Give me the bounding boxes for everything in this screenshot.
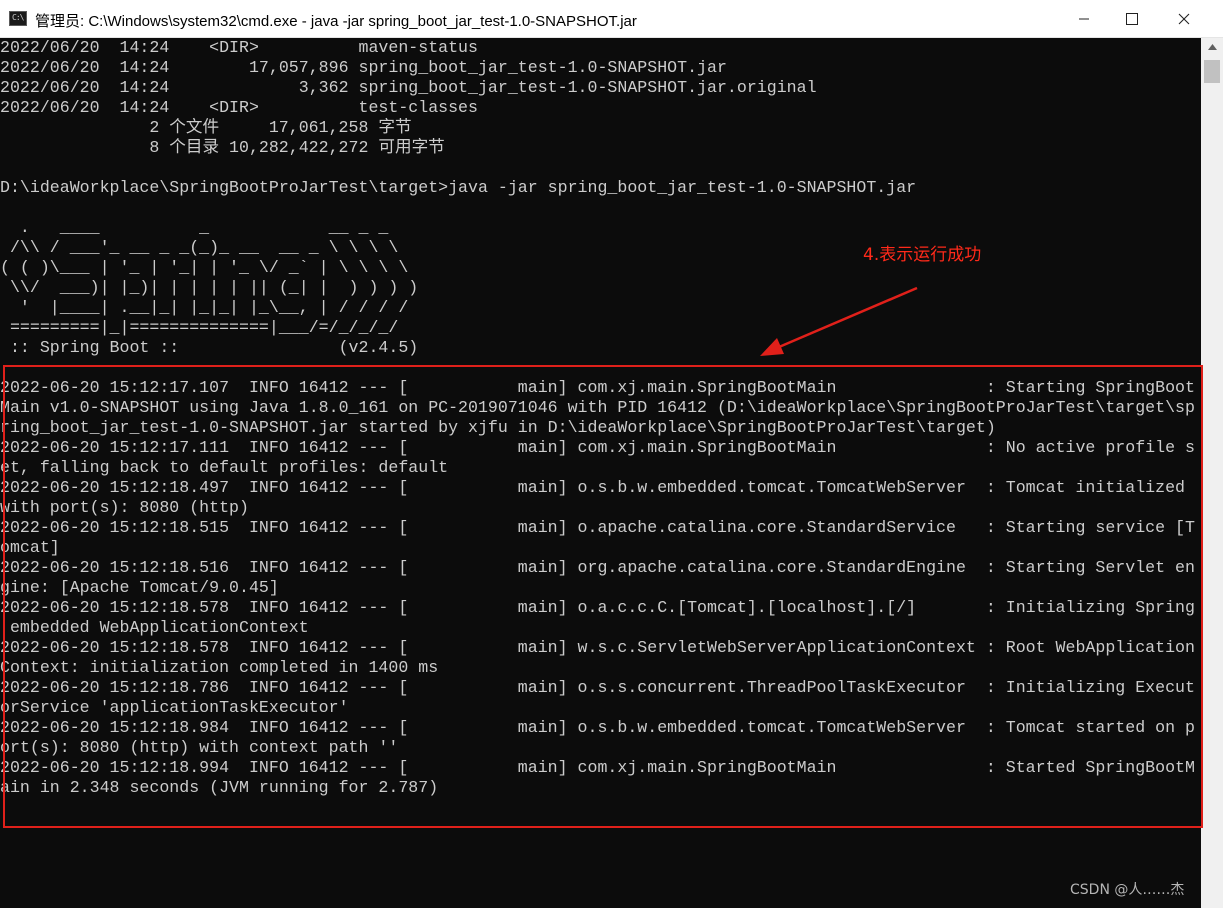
watermark: CSDN @人……杰 xyxy=(1070,882,1185,898)
console-line: 2022-06-20 15:12:18.578 INFO 16412 --- [… xyxy=(0,598,1195,617)
console-line: 2022-06-20 15:12:18.516 INFO 16412 --- [… xyxy=(0,558,1195,577)
console-line: embedded WebApplicationContext xyxy=(0,618,309,637)
console-line: /\\ / ___'_ __ _ _(_)_ __ __ _ \ \ \ \ xyxy=(0,238,399,257)
maximize-icon xyxy=(1126,13,1138,25)
console-line: :: Spring Boot :: (v2.4.5) xyxy=(0,338,419,357)
console-line: 2022-06-20 15:12:18.786 INFO 16412 --- [… xyxy=(0,678,1195,697)
console-line: orService 'applicationTaskExecutor' xyxy=(0,698,349,717)
console-line: 2022-06-20 15:12:17.107 INFO 16412 --- [… xyxy=(0,378,1195,397)
console-line: 2022-06-20 15:12:18.497 INFO 16412 --- [… xyxy=(0,478,1185,497)
console-line: . ____ _ __ _ _ xyxy=(0,218,389,237)
close-icon xyxy=(1178,13,1190,25)
scroll-up-button[interactable] xyxy=(1201,38,1223,56)
minimize-icon xyxy=(1079,18,1089,20)
console-line: Context: initialization completed in 140… xyxy=(0,658,439,677)
console-line: 2022/06/20 14:24 <DIR> test-classes xyxy=(0,98,478,117)
console-line: 2022-06-20 15:12:18.515 INFO 16412 --- [… xyxy=(0,518,1195,537)
console-line: ' |____| .__|_| |_|_| |_\__, | / / / / xyxy=(0,298,409,317)
console-line: 2 个文件 17,061,258 字节 xyxy=(0,118,412,137)
console-line: 2022/06/20 14:24 3,362 spring_boot_jar_t… xyxy=(0,78,817,97)
console-line: 2022-06-20 15:12:18.984 INFO 16412 --- [… xyxy=(0,718,1195,737)
title-bar[interactable]: C:\ 管理员: C:\Windows\system32\cmd.exe - j… xyxy=(0,0,1223,38)
console-line: with port(s): 8080 (http) xyxy=(0,498,249,517)
console-line: Main v1.0-SNAPSHOT using Java 1.8.0_161 … xyxy=(0,398,1195,417)
chevron-up-icon xyxy=(1207,44,1217,50)
console-line: ( ( )\___ | '_ | '_| | '_ \/ _` | \ \ \ … xyxy=(0,258,409,277)
console-line: 2022-06-20 15:12:17.111 INFO 16412 --- [… xyxy=(0,438,1195,457)
console-line: \\/ ___)| |_)| | | | | || (_| | ) ) ) ) xyxy=(0,278,419,297)
maximize-button[interactable] xyxy=(1108,0,1156,38)
cmd-icon[interactable]: C:\ xyxy=(9,11,27,26)
console-line: gine: [Apache Tomcat/9.0.45] xyxy=(0,578,279,597)
console-line: ort(s): 8080 (http) with context path '' xyxy=(0,738,399,757)
cmd-icon-label: C:\ xyxy=(12,13,24,22)
console-output[interactable]: 2022/06/20 14:24 <DIR> maven-status 2022/… xyxy=(0,38,1201,908)
console-line: omcat] xyxy=(0,538,60,557)
close-button[interactable] xyxy=(1160,0,1208,38)
console-line: =========|_|==============|___/=/_/_/_/ xyxy=(0,318,399,337)
console-line: ring_boot_jar_test-1.0-SNAPSHOT.jar star… xyxy=(0,418,996,437)
console-line: 2022/06/20 14:24 17,057,896 spring_boot_… xyxy=(0,58,727,77)
console-line: 2022-06-20 15:12:18.578 INFO 16412 --- [… xyxy=(0,638,1195,657)
annotation-label: 4.表示运行成功 xyxy=(863,245,982,265)
console-line: 2022-06-20 15:12:18.994 INFO 16412 --- [… xyxy=(0,758,1195,777)
console-line: et, falling back to default profiles: de… xyxy=(0,458,449,477)
window-title: 管理员: C:\Windows\system32\cmd.exe - java … xyxy=(35,13,637,30)
console-line: 2022/06/20 14:24 <DIR> maven-status xyxy=(0,38,478,57)
console-line: ain in 2.348 seconds (JVM running for 2.… xyxy=(0,778,439,797)
scrollbar-thumb[interactable] xyxy=(1204,60,1220,83)
minimize-button[interactable] xyxy=(1060,0,1108,38)
console-line: D:\ideaWorkplace\SpringBootProJarTest\ta… xyxy=(0,178,917,197)
vertical-scrollbar[interactable] xyxy=(1201,38,1223,908)
console-line: 8 个目录 10,282,422,272 可用字节 xyxy=(0,138,445,157)
